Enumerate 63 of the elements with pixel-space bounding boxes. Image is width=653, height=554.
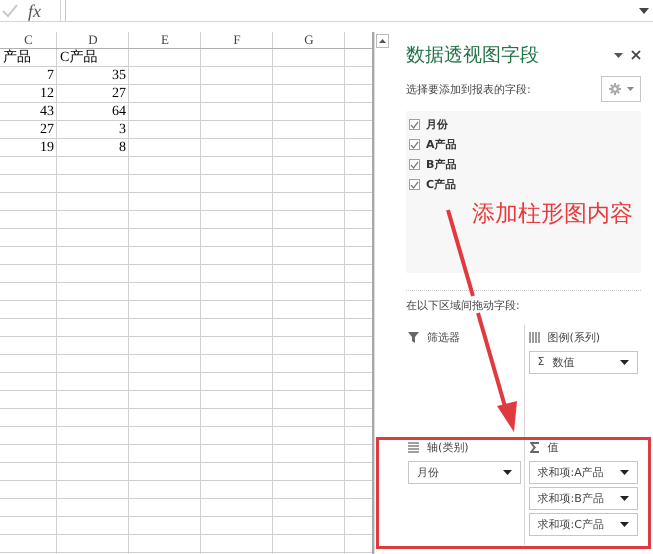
area-label: 轴(类别) — [427, 440, 469, 454]
area-field[interactable]: 月份 — [408, 461, 520, 484]
table-cell-text: 7 — [46, 67, 55, 85]
sigma-symbol: Σ — [538, 355, 544, 370]
table-cell-text: 3 — [118, 121, 127, 139]
column-header[interactable]: C — [0, 32, 57, 48]
area-label: 筛选器 — [427, 330, 460, 344]
close-icon[interactable] — [631, 50, 641, 60]
field-name: 求和项:A产品 — [538, 465, 604, 480]
column-header[interactable]: D — [57, 32, 129, 48]
checkbox[interactable] — [409, 139, 420, 150]
caret-icon[interactable] — [620, 496, 629, 501]
field-list-prompt: 选择要添加到报表的字段: — [406, 82, 531, 96]
sigma-icon — [528, 442, 540, 452]
table-cell-text: 19 — [39, 139, 55, 157]
vertical-scrollbar[interactable] — [374, 32, 390, 554]
area-field[interactable]: 求和项:B产品 — [528, 487, 638, 510]
area-field[interactable]: 求和项:C产品 — [528, 513, 638, 536]
field-label[interactable]: A产品 — [426, 137, 457, 152]
table-cell-text: 27 — [111, 85, 127, 103]
filter-icon — [408, 332, 419, 342]
table-cell-text: C产品 — [59, 49, 98, 67]
field-label[interactable]: B产品 — [426, 157, 456, 172]
field-name: 求和项:B产品 — [538, 491, 604, 506]
checkbox[interactable] — [409, 119, 420, 130]
rows-icon — [408, 442, 419, 452]
checkbox[interactable] — [409, 179, 420, 190]
caret-icon[interactable] — [502, 470, 512, 475]
table-cell-text: 43 — [39, 103, 55, 121]
annotation-text: 添加柱形图内容 — [472, 200, 634, 229]
field-name: 求和项:C产品 — [538, 517, 604, 532]
area-label: 值 — [548, 440, 558, 454]
field-label[interactable]: 月份 — [426, 117, 448, 132]
caret-icon[interactable] — [620, 522, 629, 527]
check-icon[interactable] — [2, 4, 18, 18]
field-name: 月份 — [417, 465, 439, 480]
table-cell-text: 8 — [118, 139, 127, 157]
pane-title: 数据透视图字段 — [406, 43, 539, 68]
columns-icon — [528, 332, 540, 342]
area-field[interactable]: 求和项:A产品 — [528, 461, 638, 484]
caret-icon[interactable] — [620, 470, 629, 475]
table-cell-text: 27 — [39, 121, 55, 139]
table-cell-text: 35 — [111, 67, 127, 85]
caret-icon[interactable] — [639, 8, 649, 14]
table-cell-text: 12 — [39, 85, 55, 103]
column-header[interactable]: G — [273, 32, 345, 48]
field-label[interactable]: C产品 — [426, 177, 456, 192]
up-arrow-icon — [379, 39, 386, 43]
table-cell-text: 产品 — [2, 49, 32, 67]
column-header[interactable]: F — [201, 32, 273, 48]
area-field[interactable]: Σ 数值 — [528, 351, 638, 374]
area-label: 图例(系列) — [548, 330, 600, 344]
scroll-up-button[interactable] — [376, 34, 390, 48]
caret-icon[interactable] — [620, 360, 629, 365]
checkbox[interactable] — [409, 159, 420, 170]
function-button[interactable]: fx — [28, 2, 41, 20]
column-header[interactable]: E — [129, 32, 201, 48]
areas-prompt: 在以下区域间拖动字段: — [406, 298, 520, 313]
field-name: 数值 — [552, 355, 574, 370]
caret-icon[interactable] — [614, 52, 623, 58]
table-cell-text: 64 — [111, 103, 127, 121]
caret-icon — [626, 87, 634, 91]
settings-icon — [608, 83, 620, 95]
